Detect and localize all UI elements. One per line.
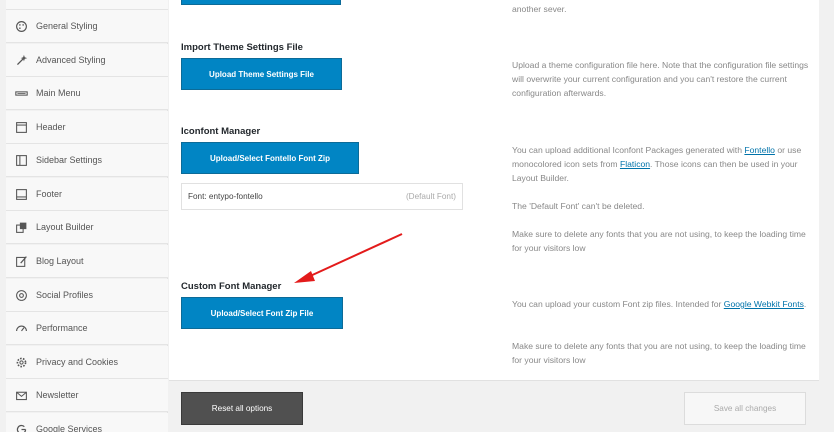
custom-font-desc-text: You can upload your custom Font zip file… [512,299,724,309]
blog-edit-icon [6,255,36,268]
sidebar-item-label: Newsletter [36,390,79,400]
magic-wand-icon [6,54,36,67]
sidebar-item-main-menu[interactable]: Main Menu [6,77,168,110]
sidebar-item-blog-layout[interactable]: Blog Layout [6,245,168,278]
sidebar-item-footer[interactable]: Footer [6,178,168,211]
sidebar-item-performance[interactable]: Performance [6,312,168,345]
envelope-icon [6,389,36,402]
sidebar-item-social-profiles[interactable]: Social Profiles [6,279,168,312]
layout-builder-icon [6,221,36,234]
at-sign-icon [6,289,36,302]
upload-fontello-button[interactable]: Upload/Select Fontello Font Zip [181,142,359,174]
custom-font-description: You can upload your custom Font zip file… [512,297,812,311]
google-icon [6,423,36,432]
sidebar-item-general-styling[interactable]: General Styling [6,10,168,43]
custom-font-manager-title: Custom Font Manager [181,281,282,292]
iconfont-default-note: The 'Default Font' can't be deleted. [512,201,645,211]
font-entry-row[interactable]: Font: entypo-fontello (Default Font) [181,183,463,210]
sidebar-item-newsletter[interactable]: Newsletter [6,379,168,412]
sidebar-item-label: Google Services [36,424,103,432]
iconfont-delete-note: Make sure to delete any fonts that you a… [512,229,806,253]
sidebar-item-privacy-cookies[interactable]: Privacy and Cookies [6,346,168,379]
sidebar-item-label: Footer [36,189,63,199]
sidebar-item-google-services[interactable]: Google Services [6,413,168,432]
import-theme-title: Import Theme Settings File [181,42,303,53]
menu-bar-icon [6,87,36,100]
iconfont-description: You can upload additional Iconfont Packa… [512,143,812,185]
gear-icon [6,356,36,369]
font-entry-tag: (Default Font) [405,192,456,201]
sidebar-item-layout-builder[interactable]: Layout Builder [6,211,168,244]
sidebar-item-top-partial[interactable] [6,0,168,10]
brush-icon [6,20,36,33]
top-partial-button[interactable] [181,0,341,5]
sidebar-item-label: Social Profiles [36,290,94,300]
sidebar-item-label: Sidebar Settings [36,155,103,165]
annotation-arrow-icon [294,233,403,283]
top-description: another sever. [512,4,567,14]
upload-theme-settings-button[interactable]: Upload Theme Settings File [181,58,342,90]
iconfont-desc-text: You can upload additional Iconfont Packa… [512,145,745,155]
sidebar-item-label: Performance [36,323,88,333]
fontello-link[interactable]: Fontello [744,145,775,155]
options-sidebar: General Styling Advanced Styling Main Me… [0,0,168,432]
sidebar-item-label: Privacy and Cookies [36,357,119,367]
sidebar-item-label: Layout Builder [36,222,94,232]
sidebar-item-label: Advanced Styling [36,55,106,65]
footer-layout-icon [6,188,36,201]
sidebar-layout-icon [6,154,36,167]
sidebar-item-label: General Styling [36,21,98,31]
sidebar-item-advanced-styling[interactable]: Advanced Styling [6,44,168,77]
speedometer-icon [6,322,36,335]
reset-all-options-button[interactable]: Reset all options [181,392,303,425]
custom-font-desc-text: . [803,299,807,309]
header-layout-icon [6,121,36,134]
iconfont-manager-title: Iconfont Manager [181,126,261,137]
sidebar-item-label: Blog Layout [36,256,84,266]
upload-font-zip-button[interactable]: Upload/Select Font Zip File [181,297,343,329]
sidebar-item-header[interactable]: Header [6,111,168,144]
custom-font-delete-note: Make sure to delete any fonts that you a… [512,341,806,365]
save-all-changes-button[interactable]: Save all changes [684,392,806,425]
sidebar-item-label: Main Menu [36,88,81,98]
font-entry-name: Font: entypo-fontello [188,192,263,201]
flaticon-link[interactable]: Flaticon [620,159,650,169]
scroll-gutter [819,0,834,432]
sidebar-item-label: Header [36,122,66,132]
google-webkit-fonts-link[interactable]: Google Webkit Fonts [724,299,804,309]
sidebar-item-sidebar-settings[interactable]: Sidebar Settings [6,144,168,177]
import-theme-description: Upload a theme configuration file here. … [512,60,809,98]
